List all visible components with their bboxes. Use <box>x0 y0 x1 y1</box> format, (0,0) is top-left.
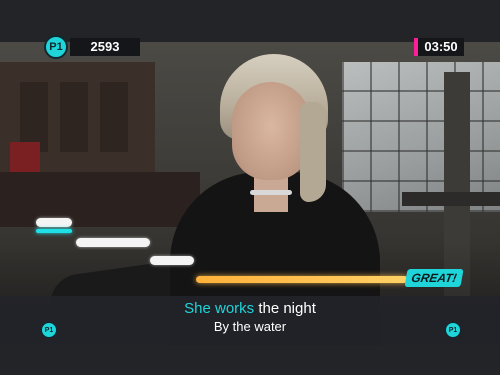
player-badge: P1 <box>44 35 68 59</box>
singer-hair-side <box>300 102 326 202</box>
player-marker-left: P1 <box>41 322 57 338</box>
singer-face <box>232 82 310 180</box>
note-bar <box>76 238 150 247</box>
cabinet-panel <box>60 82 88 152</box>
note-bar <box>36 218 72 227</box>
choker <box>250 190 292 195</box>
table <box>402 192 500 206</box>
top-letterbox <box>0 0 500 42</box>
piano <box>0 172 200 227</box>
bottom-letterbox <box>0 345 500 375</box>
window-frame <box>342 62 500 212</box>
player-marker-label: P1 <box>44 326 54 334</box>
note-bar <box>150 256 194 265</box>
next-lyric-line: By the water <box>213 319 287 334</box>
pitch-progress-bar <box>196 276 408 283</box>
score-display: 2593 <box>70 38 140 56</box>
sung-lyric: She works <box>184 300 255 317</box>
cabinet-panel <box>100 82 128 152</box>
sung-note-bar <box>36 229 72 233</box>
player-marker-label: P1 <box>448 326 458 334</box>
current-lyric-line: She works the night <box>0 300 500 318</box>
player-label: P1 <box>49 41 63 53</box>
timer-display: 03:50 <box>418 38 464 56</box>
player-marker-right: P1 <box>445 322 461 338</box>
rating-badge: GREAT! <box>404 269 464 287</box>
unsung-lyric: the night <box>254 300 316 317</box>
